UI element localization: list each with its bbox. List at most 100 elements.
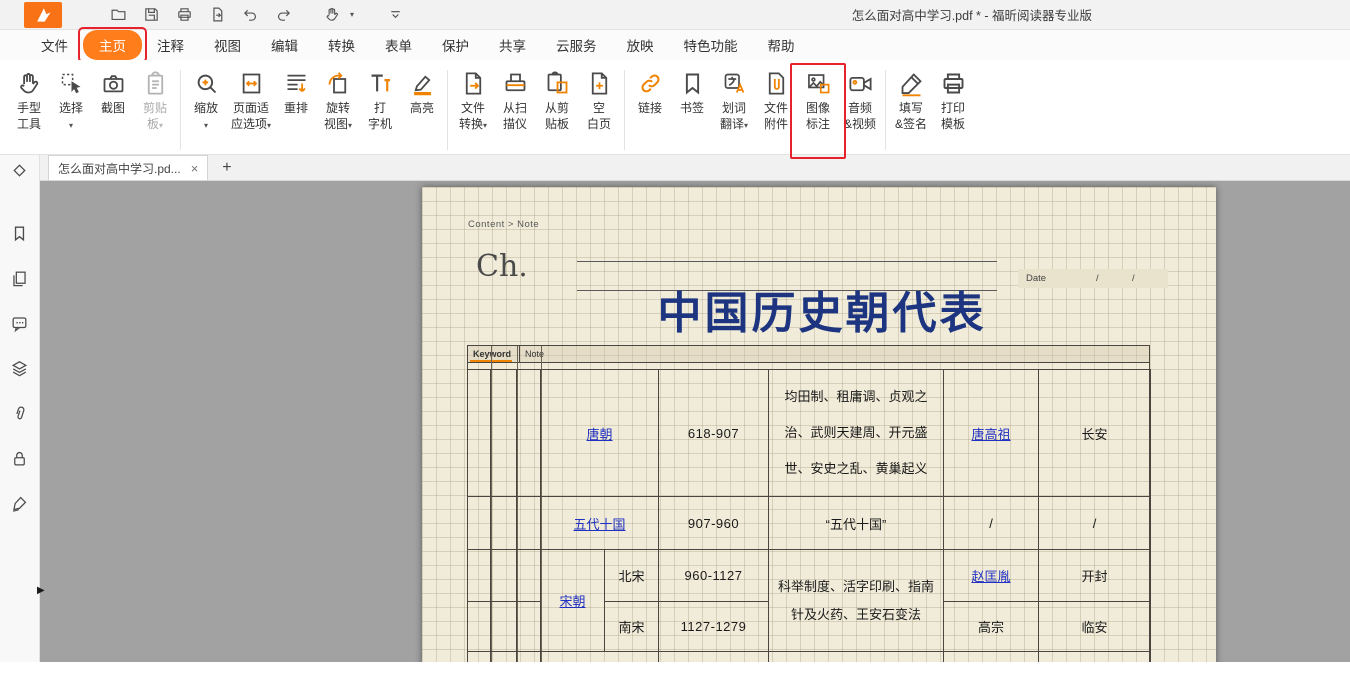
ribbon-tool-blank-page[interactable]: 空 白页	[578, 70, 620, 132]
ribbon-tool-link[interactable]: 链接	[629, 70, 671, 117]
hand-tool-caret-icon[interactable]: ▾	[350, 10, 354, 19]
ribbon-tool-image-annotation[interactable]: 图像 标注	[797, 70, 839, 132]
highlight-pen-icon	[409, 70, 436, 97]
menu-item-form[interactable]: 表单	[370, 30, 427, 60]
reflow-icon	[283, 70, 310, 97]
founder-link[interactable]: 赵匡胤	[972, 569, 1011, 584]
export-icon[interactable]	[205, 3, 229, 27]
table-row: 唐朝 618-907 均田制、租庸调、贞观之治、武则天建周、开元盛世、安史之乱、…	[468, 370, 1151, 497]
ribbon-tool-reflow[interactable]: 重排	[275, 70, 317, 117]
foxit-logo-icon	[24, 2, 62, 28]
menu-item-present[interactable]: 放映	[612, 30, 669, 60]
undo-icon[interactable]	[238, 3, 262, 27]
typewriter-icon	[367, 70, 394, 97]
comments-panel-icon[interactable]	[10, 314, 29, 333]
dynasty-cell: 宋朝	[541, 550, 605, 652]
ribbon-tool-clipboard: 剪贴 板▾	[134, 70, 176, 133]
tab-close-icon[interactable]: ×	[191, 161, 199, 176]
dropdown-caret-icon: ▾	[744, 121, 748, 130]
ribbon-tool-zoom[interactable]: 缩放 ▾	[185, 70, 227, 133]
menu-item-comment[interactable]: 注释	[142, 30, 199, 60]
ribbon-tool-highlight[interactable]: 高亮	[401, 70, 443, 117]
menu-item-file[interactable]: 文件	[26, 30, 83, 60]
ribbon-tool-bookmark[interactable]: 书签	[671, 70, 713, 117]
note-table: Keyword Note	[467, 345, 1150, 662]
founder-link[interactable]: 唐高祖	[972, 427, 1011, 442]
branch-cell: 北宋	[605, 550, 659, 602]
zoom-icon	[193, 70, 220, 97]
eraser-icon[interactable]	[10, 161, 29, 180]
ribbon-tool-print-template[interactable]: 打印 模板	[932, 70, 974, 132]
ribbon-tool-from-scanner[interactable]: 从扫 描仪	[494, 70, 536, 132]
open-file-icon[interactable]	[106, 3, 130, 27]
ribbon-group-separator	[885, 70, 886, 150]
ribbon-tool-select[interactable]: 选择 ▾	[50, 70, 92, 133]
attachments-panel-icon[interactable]	[10, 404, 29, 423]
pages-panel-icon[interactable]	[10, 269, 29, 288]
menu-item-features[interactable]: 特色功能	[669, 30, 753, 60]
title-rule-top	[577, 261, 997, 262]
ribbon-tool-word-translate[interactable]: 划词 翻译▾	[713, 70, 755, 133]
ribbon-group-separator	[447, 70, 448, 150]
founder-cell: 唐高祖	[944, 370, 1039, 497]
ribbon-tool-snapshot[interactable]: 截图	[92, 70, 134, 117]
table-header-band: Keyword Note	[468, 346, 1149, 363]
menu-bar: 文件 主页 注释 视图 编辑 转换 表单 保护 共享 云服务 放映 特色功能 帮…	[0, 30, 1350, 60]
dynasty-cell: 辽朝	[541, 652, 659, 663]
ribbon-tool-typewriter[interactable]: 打 字机	[359, 70, 401, 132]
dropdown-caret-icon: ▾	[204, 121, 208, 130]
link-icon	[637, 70, 664, 97]
window-title: 怎么面对高中学习.pdf * - 福昕阅读器专业版	[852, 5, 1092, 24]
ribbon-tool-rotate-view[interactable]: 旋转 视图▾	[317, 70, 359, 133]
security-panel-icon[interactable]	[10, 449, 29, 468]
rotate-view-icon	[325, 70, 352, 97]
navigation-sidebar	[0, 155, 40, 662]
menu-item-help[interactable]: 帮助	[753, 30, 810, 60]
hand-tool-quick-icon[interactable]	[320, 3, 344, 27]
ribbon-tool-file-convert[interactable]: 文件 转换▾	[452, 70, 494, 133]
customize-toolbar-icon[interactable]	[383, 3, 407, 27]
ribbon-tool-file-attachment[interactable]: 文件 附件	[755, 70, 797, 132]
menu-item-share[interactable]: 共享	[484, 30, 541, 60]
dynasty-link[interactable]: 唐朝	[587, 427, 613, 442]
print-icon[interactable]	[172, 3, 196, 27]
dynasty-cell: 唐朝	[541, 370, 659, 497]
menu-item-home[interactable]: 主页	[83, 30, 142, 60]
ribbon-tool-fill-sign[interactable]: 填写 &签名	[890, 70, 932, 132]
ribbon-tool-audio-video[interactable]: 音频 &视频	[839, 70, 881, 132]
dynasty-link[interactable]: 宋朝	[559, 594, 585, 609]
founder-cell: 赵匡胤	[944, 550, 1039, 602]
page-breadcrumb: Content > Note	[468, 219, 539, 230]
menu-item-cloud[interactable]: 云服务	[541, 30, 612, 60]
menu-item-view[interactable]: 视图	[199, 30, 256, 60]
date-slash: /	[1096, 273, 1099, 284]
bookmarks-panel-icon[interactable]	[10, 224, 29, 243]
dynasty-link[interactable]: 五代十国	[574, 517, 626, 532]
new-tab-icon[interactable]: +	[222, 159, 231, 177]
bookmark-icon	[679, 70, 706, 97]
ribbon-tool-hand[interactable]: 手型 工具	[8, 70, 50, 132]
document-tab[interactable]: 怎么面对高中学习.pd... ×	[48, 155, 208, 180]
dropdown-caret-icon: ▾	[483, 121, 487, 130]
menu-item-edit[interactable]: 编辑	[256, 30, 313, 60]
keyword-label: Keyword	[473, 349, 511, 359]
notes-cell: “五代十国”	[769, 497, 944, 550]
ribbon-tool-page-fit[interactable]: 页面适 应选项▾	[227, 70, 275, 133]
menu-item-protect[interactable]: 保护	[427, 30, 484, 60]
signature-panel-icon[interactable]	[10, 494, 29, 513]
document-viewport[interactable]: Content > Note Ch. Date / / 中国历史朝代表 Keyw…	[40, 181, 1350, 662]
select-cursor-icon	[58, 70, 85, 97]
dynasty-table: 唐朝 618-907 均田制、租庸调、贞观之治、武则天建周、开元盛世、安史之乱、…	[467, 369, 1151, 662]
ribbon-tool-from-clipboard[interactable]: 从剪 贴板	[536, 70, 578, 132]
period-cell: 960-1127	[659, 550, 769, 602]
capital-cell: 临安	[1039, 602, 1151, 652]
layers-panel-icon[interactable]	[10, 359, 29, 378]
save-icon[interactable]	[139, 3, 163, 27]
pdf-page: Content > Note Ch. Date / / 中国历史朝代表 Keyw…	[422, 187, 1216, 662]
fill-sign-icon	[898, 70, 925, 97]
redo-icon[interactable]	[271, 3, 295, 27]
panel-collapse-handle-icon[interactable]: ▶	[37, 585, 45, 596]
menu-item-convert[interactable]: 转换	[313, 30, 370, 60]
tab-title: 怎么面对高中学习.pd...	[58, 160, 181, 177]
audio-video-icon	[847, 70, 874, 97]
